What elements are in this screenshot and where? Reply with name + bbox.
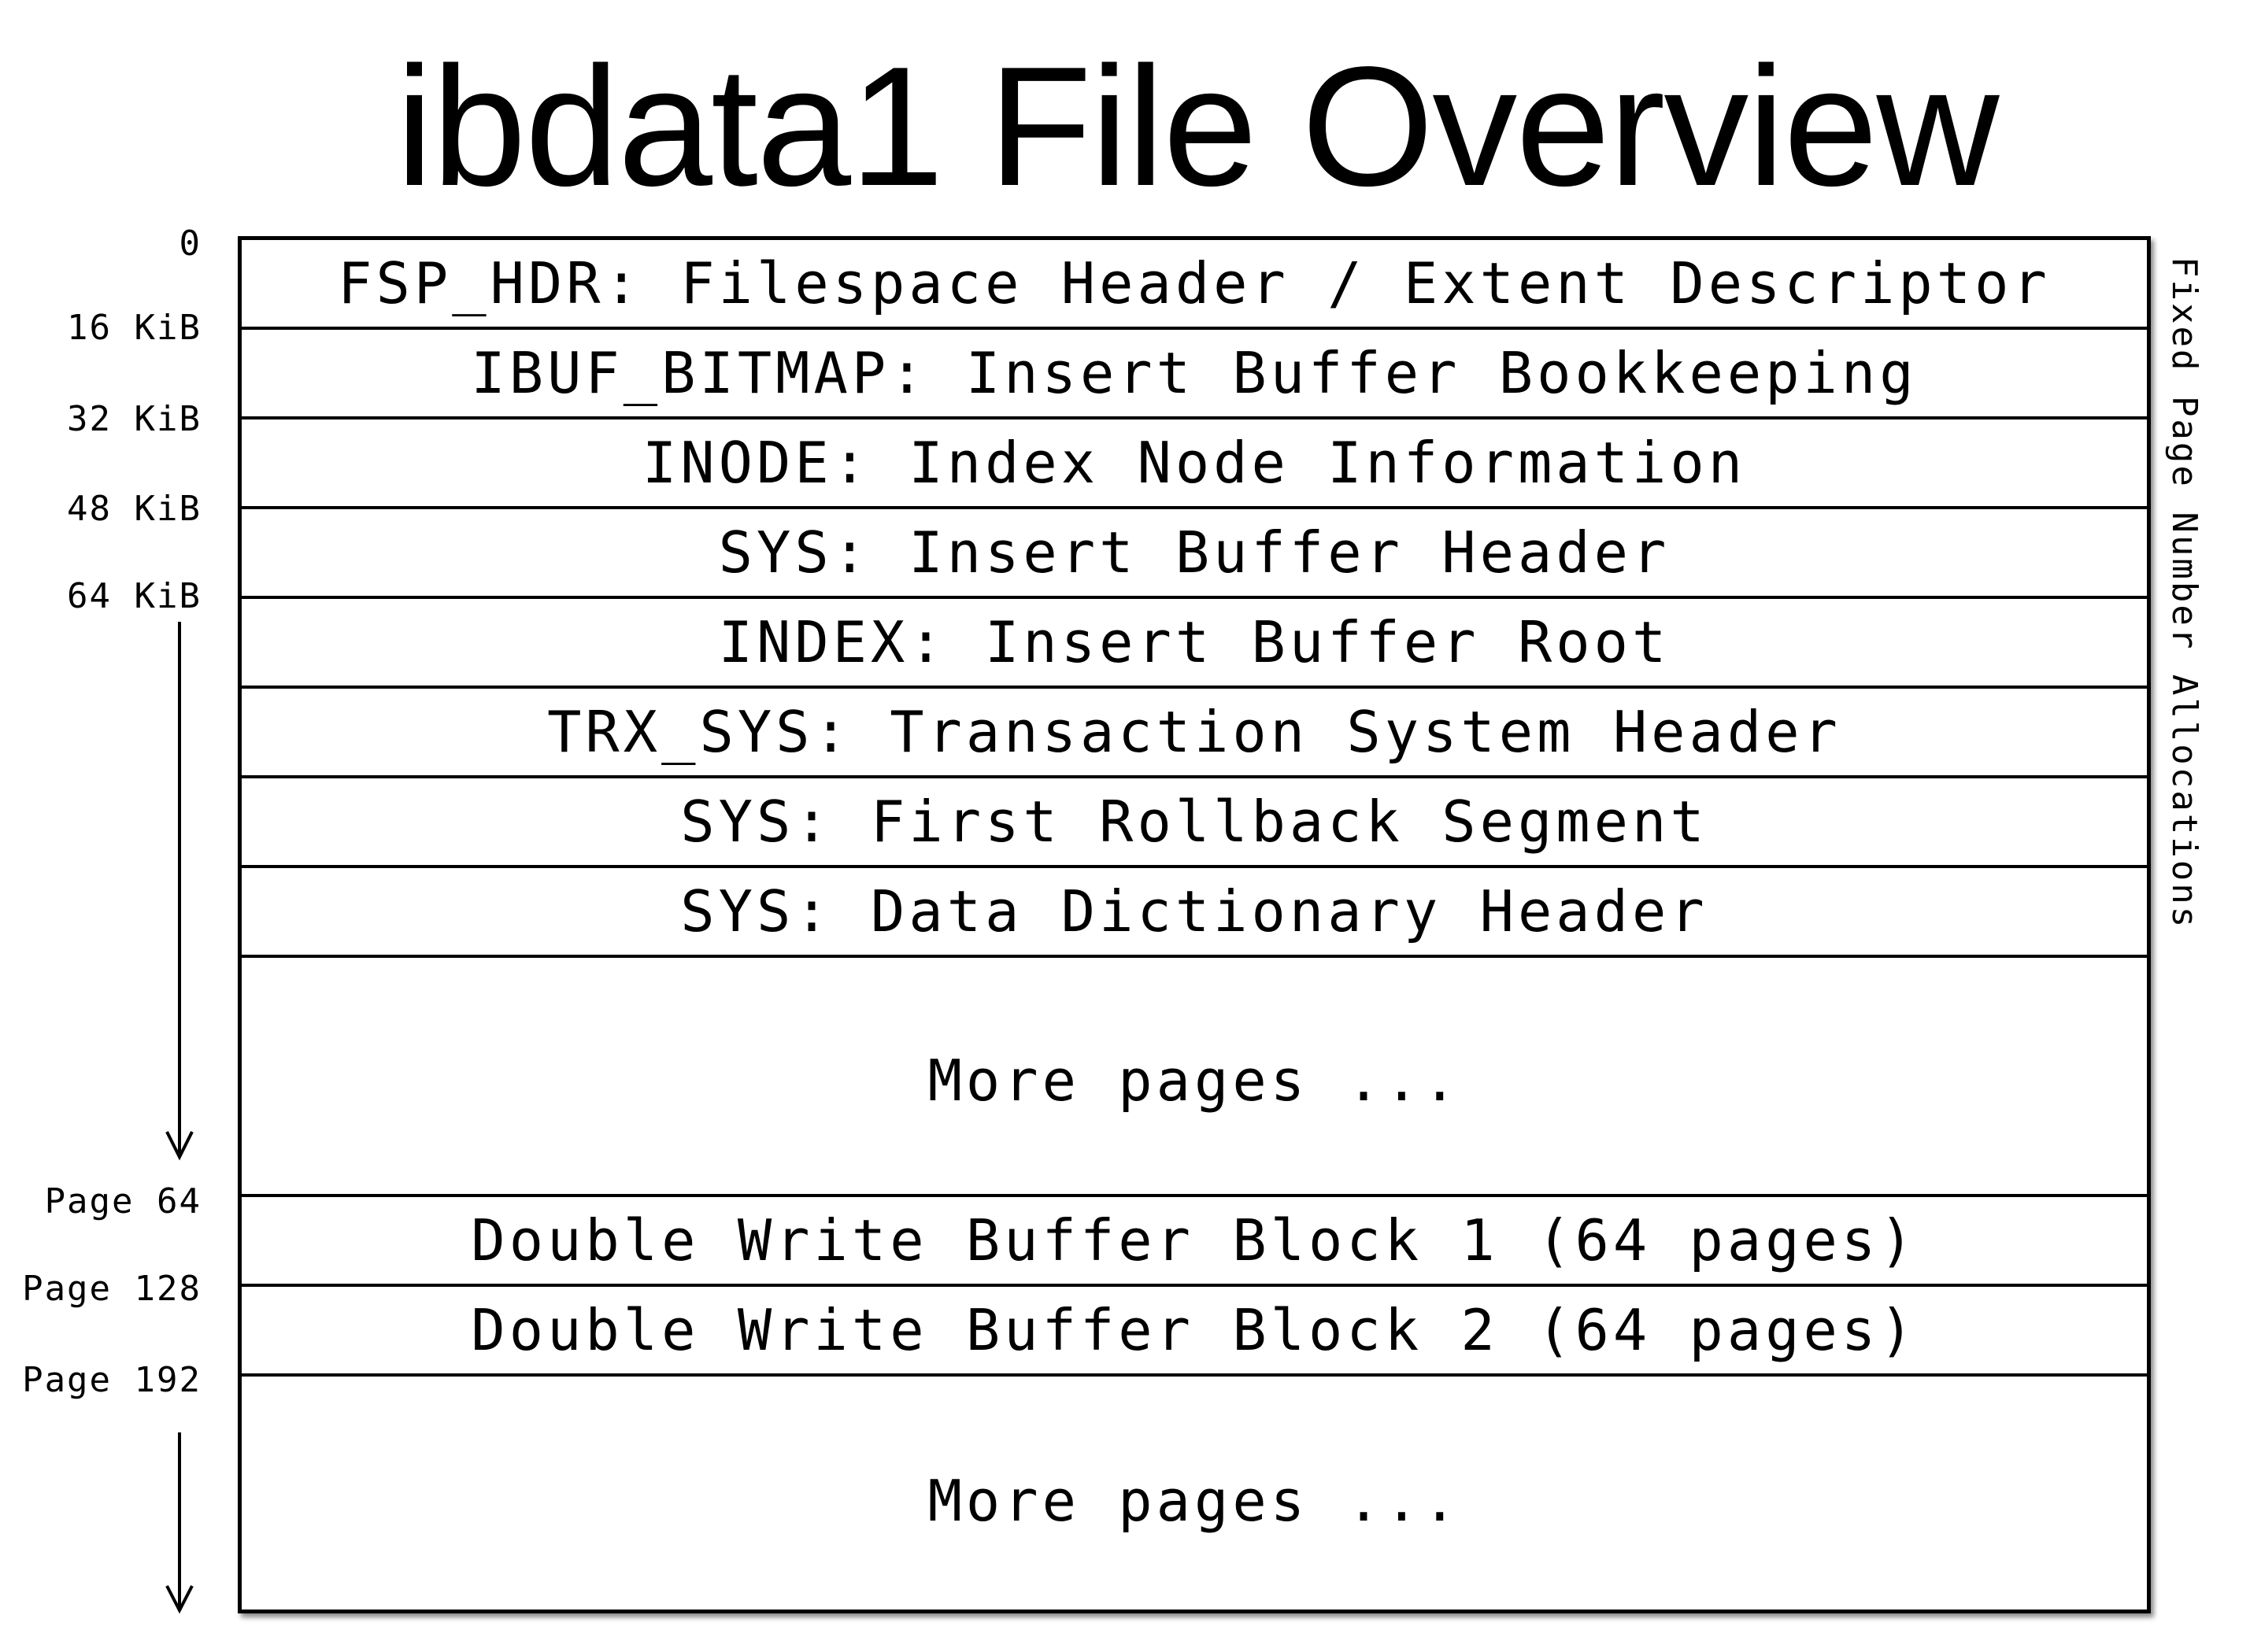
page-trx-sys: TRX_SYS: Transaction System Header [242,689,2147,778]
page-inode: INODE: Index Node Information [242,419,2147,509]
double-write-buffer-block-1: Double Write Buffer Block 1 (64 pages) [242,1197,2147,1287]
page-fsp-hdr: FSP_HDR: Filespace Header / Extent Descr… [242,240,2147,330]
double-write-buffer-block-2: Double Write Buffer Block 2 (64 pages) [242,1287,2147,1377]
fixed-page-allocations-label: Fixed Page Number Allocations [2164,257,2204,930]
page-sys-insert-buffer-header: SYS: Insert Buffer Header [242,509,2147,599]
offset-label-page-192: Page 192 [22,1360,202,1400]
more-pages-block-2: More pages ... [927,1468,1461,1534]
offset-label-page-64: Page 64 [44,1181,202,1221]
page-sys-data-dictionary-header: SYS: Data Dictionary Header [242,868,2147,958]
file-page-stack: FSP_HDR: Filespace Header / Extent Descr… [238,236,2151,1613]
down-arrow-icon [165,622,194,1161]
down-arrow-icon [165,1432,194,1614]
offset-label-16-kib: 16 KiB [67,308,202,348]
page-index-insert-buffer-root: INDEX: Insert Buffer Root [242,599,2147,689]
offset-label-0: 0 [179,224,202,264]
more-pages-block-1: More pages ... [242,958,2147,1197]
page-sys-first-rollback-segment: SYS: First Rollback Segment [242,778,2147,868]
offset-label-page-128: Page 128 [22,1269,202,1309]
page-ibuf-bitmap: IBUF_BITMAP: Insert Buffer Bookkeeping [242,330,2147,419]
offset-label-48-kib: 48 KiB [67,489,202,529]
offset-label-32-kib: 32 KiB [67,399,202,439]
offset-label-64-kib: 64 KiB [67,576,202,616]
diagram-title: ibdata1 File Overview [395,31,2000,221]
